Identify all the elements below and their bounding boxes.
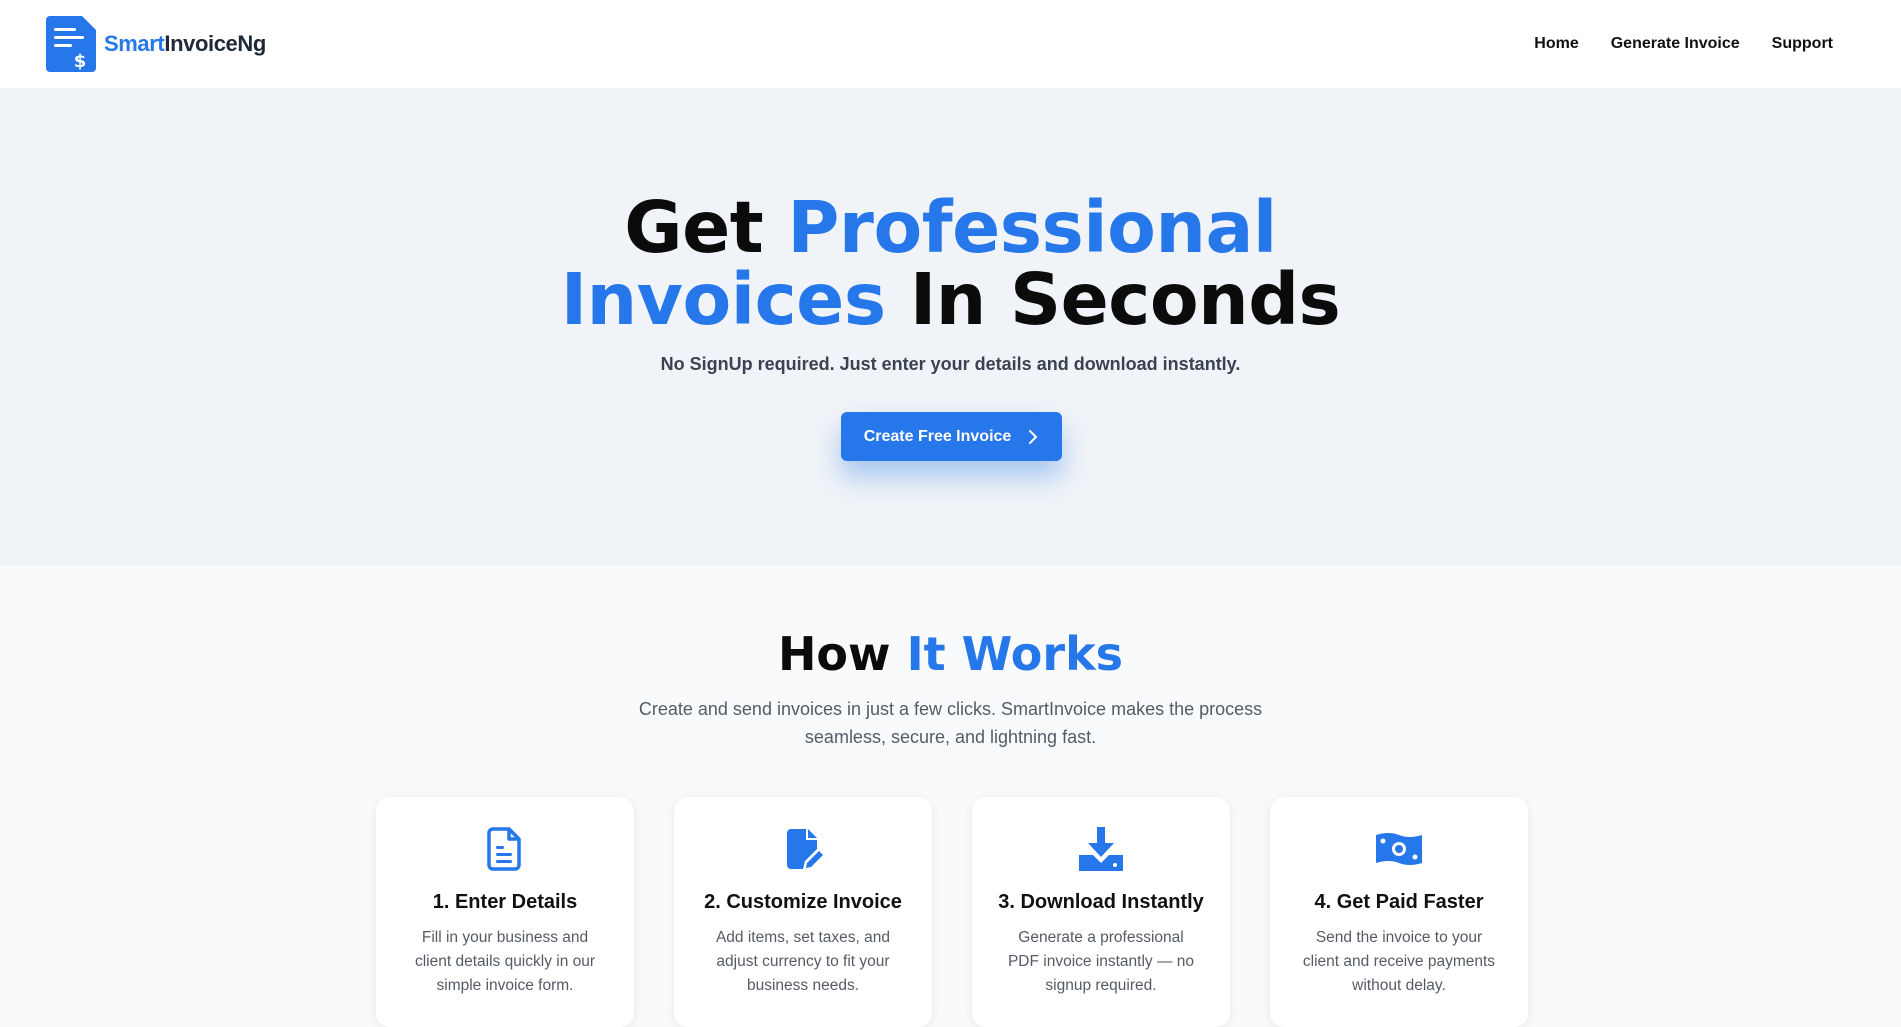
step-card: 1. Enter Details Fill in your business a… [376, 797, 634, 1027]
step-title: 3. Download Instantly [998, 891, 1204, 913]
how-it-works-section: How It Works Create and send invoices in… [0, 565, 1901, 1027]
brand-logo-link[interactable]: $ SmartInvoiceNg [46, 16, 266, 72]
how-it-works-title: How It Works [777, 627, 1124, 681]
money-icon [1376, 833, 1422, 865]
nav-generate-invoice-link[interactable]: Generate Invoice [1611, 35, 1740, 53]
step-title: 2. Customize Invoice [704, 891, 902, 913]
site-header: $ SmartInvoiceNg Home Generate Invoice S… [0, 0, 1901, 88]
hero-section: Get Professional Invoices In Seconds No … [0, 88, 1901, 565]
step-text: Add items, set taxes, and adjust currenc… [715, 929, 891, 994]
step-title: 4. Get Paid Faster [1314, 891, 1484, 913]
svg-text:$: $ [74, 51, 87, 72]
create-free-invoice-button[interactable]: Create Free Invoice [841, 412, 1062, 461]
download-icon [1079, 827, 1123, 871]
step-text: Fill in your business and client details… [414, 929, 596, 994]
nav-home-link[interactable]: Home [1534, 35, 1578, 53]
main-nav: Home Generate Invoice Support [1534, 35, 1833, 53]
invoice-logo-icon: $ [46, 16, 96, 72]
cta-label: Create Free Invoice [863, 427, 1012, 445]
step-title: 1. Enter Details [432, 891, 578, 913]
step-text: Send the invoice to your client and rece… [1302, 929, 1496, 994]
step-card: 2. Customize Invoice Add items, set taxe… [674, 797, 932, 1027]
step-text: Generate a professional PDF invoice inst… [1007, 929, 1195, 994]
document-icon [487, 827, 521, 871]
step-card: 3. Download Instantly Generate a profess… [972, 797, 1230, 1027]
edit-document-icon [787, 829, 823, 869]
how-it-works-description: Create and send invoices in just a few c… [638, 699, 1263, 747]
hero-subtitle: No SignUp required. Just enter your deta… [660, 354, 1241, 374]
brand-name: SmartInvoiceNg [104, 31, 266, 56]
step-card: 4. Get Paid Faster Send the invoice to y… [1270, 797, 1528, 1027]
nav-support-link[interactable]: Support [1772, 35, 1833, 53]
chevron-right-icon [1029, 429, 1038, 444]
steps-cards: 1. Enter Details Fill in your business a… [376, 797, 1528, 1027]
hero-title: Get Professional Invoices In Seconds [560, 186, 1341, 341]
